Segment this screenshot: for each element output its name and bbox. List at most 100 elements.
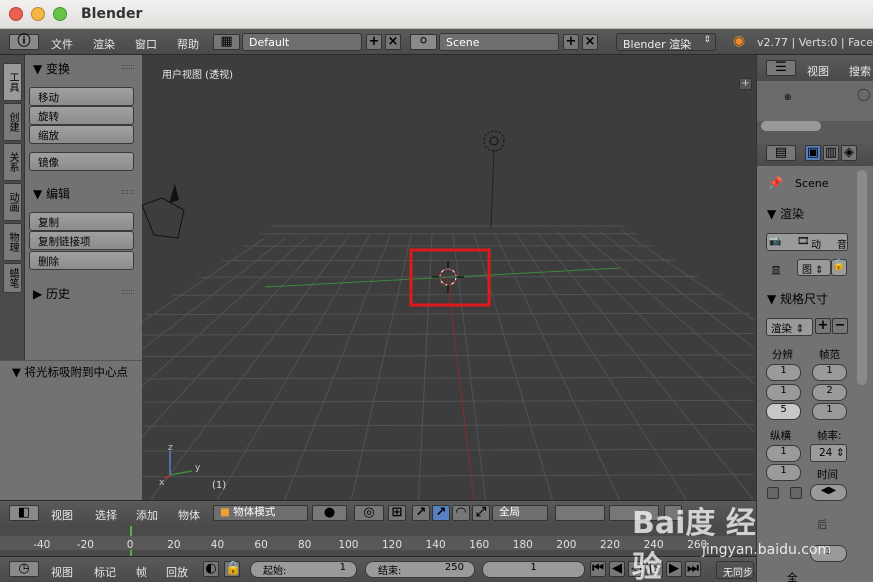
add-layout-icon[interactable]: +	[366, 34, 382, 50]
pivot-point-icon[interactable]: ◎	[354, 505, 384, 521]
keying-lock-icon[interactable]: 🔒	[224, 561, 241, 577]
timeline-menu-playback[interactable]: 回放	[166, 564, 188, 580]
translate-button[interactable]: 移动	[29, 87, 134, 106]
maximize-window-button[interactable]	[53, 7, 67, 21]
render-animation-label[interactable]: 动	[811, 236, 821, 251]
scale-manipulator-icon[interactable]: ⤢	[472, 505, 490, 521]
history-panel-header[interactable]: ▶ 历史	[25, 283, 142, 303]
resolution-y-field[interactable]: 1	[766, 384, 801, 401]
render-tab-icon[interactable]: ▣	[805, 145, 821, 161]
jump-start-icon[interactable]: ⏮	[590, 561, 606, 577]
delete-button[interactable]: 删除	[29, 251, 134, 270]
viewport-editor-type-icon[interactable]: ◧	[9, 505, 39, 521]
layers-widget-1[interactable]	[555, 505, 605, 521]
resolution-percent-field[interactable]: 5	[766, 403, 801, 420]
add-preset-icon[interactable]: +	[815, 318, 831, 334]
prev-keyframe-icon[interactable]: ◀	[609, 561, 625, 577]
lock-interface-icon[interactable]: 🔓	[831, 259, 847, 276]
tab-tools[interactable]: 工具	[3, 63, 22, 101]
translate-manipulator-icon[interactable]: ↗	[432, 505, 450, 521]
crop-checkbox[interactable]	[790, 487, 802, 499]
outliner-visibility-icon[interactable]: ◯	[857, 87, 870, 101]
edit-panel-header[interactable]: ▼ 编辑	[25, 183, 142, 203]
timeline-menu-marker[interactable]: 标记	[94, 564, 116, 580]
scene-icon[interactable]: ⚪	[410, 34, 437, 50]
tab-animation[interactable]: 动画	[3, 183, 22, 221]
current-frame-field[interactable]: 1	[482, 561, 585, 578]
rotate-button[interactable]: 旋转	[29, 106, 134, 125]
timeline-menu-view[interactable]: 视图	[51, 564, 73, 580]
viewport-shading-icon[interactable]: ●	[312, 505, 347, 521]
next-keyframe-icon[interactable]: ▶	[666, 561, 682, 577]
resolution-x-field[interactable]: 1	[766, 364, 801, 381]
transform-panel-header[interactable]: ▼ 变换	[25, 58, 142, 78]
outliner-scrollbar[interactable]	[761, 121, 821, 131]
render-layers-tab-icon[interactable]: ▥	[823, 145, 839, 161]
outliner-tree[interactable]: ⊕ ◯	[757, 81, 873, 121]
time-remap-field[interactable]: ◀▶	[810, 484, 847, 501]
mode-select[interactable]: ■ 物体模式	[213, 505, 308, 521]
minimize-window-button[interactable]	[31, 7, 45, 21]
sync-mode-select[interactable]: 无同步	[716, 561, 754, 579]
outliner-editor-icon[interactable]: ☰	[766, 60, 796, 76]
viewport-menu-object[interactable]: 物体	[178, 507, 200, 523]
3d-viewport[interactable]: y z x 用户视图 (透视) (1) +	[142, 55, 754, 500]
lamp-icon[interactable]	[483, 130, 505, 152]
screen-layout-icon[interactable]: ▦	[213, 34, 240, 50]
render-preset-select[interactable]: 渲染 ⇕	[766, 318, 813, 336]
menu-window[interactable]: 窗口	[135, 36, 157, 52]
panel-grip-icon[interactable]	[122, 65, 134, 69]
layout-field[interactable]: Default	[242, 33, 362, 51]
jump-end-icon[interactable]: ⏭	[685, 561, 701, 577]
panel-grip-icon[interactable]	[122, 190, 134, 194]
viewport-menu-add[interactable]: 添加	[136, 507, 158, 523]
snap-cursor-header[interactable]: ▼ 将光标吸附到中心点	[12, 364, 128, 380]
aspect-x-field[interactable]: 1	[766, 445, 801, 462]
tab-create[interactable]: 创建	[3, 103, 22, 141]
properties-scrollbar[interactable]	[857, 170, 867, 385]
timeline-menu-frame[interactable]: 帧	[136, 564, 147, 580]
editor-type-info-icon[interactable]: ⓘ	[9, 34, 39, 50]
render-animation-icon[interactable]: 🎞	[797, 236, 810, 247]
outliner-view-menu[interactable]: 视图	[807, 63, 829, 79]
render-buttons[interactable]: 📷 🎞 动 音	[766, 233, 848, 251]
duplicate-button[interactable]: 复制	[29, 212, 134, 231]
panel-grip-icon[interactable]	[122, 290, 134, 294]
tab-physics[interactable]: 物理	[3, 223, 22, 261]
scene-field[interactable]: Scene	[439, 33, 559, 51]
close-window-button[interactable]	[9, 7, 23, 21]
record-icon[interactable]: ◐	[203, 561, 219, 577]
render-engine-select[interactable]: Blender 渲染 ⇕	[616, 33, 716, 51]
dimensions-panel-header[interactable]: ▼ 规格尺寸	[767, 290, 828, 307]
start-frame-field[interactable]: 起始: 1	[250, 561, 357, 578]
outliner-search-menu[interactable]: 搜索	[849, 63, 871, 79]
fps-select[interactable]: 24 ⇕	[810, 444, 847, 462]
display-select[interactable]: 图 ⇕	[797, 259, 831, 276]
properties-toggle-icon[interactable]: +	[739, 78, 752, 90]
expand-icon[interactable]: ⊕	[784, 93, 792, 103]
transform-orientation-select[interactable]: 全局	[492, 505, 548, 521]
duplicate-linked-button[interactable]: 复制链接项	[29, 231, 134, 250]
mirror-button[interactable]: 镜像	[29, 152, 134, 171]
frame-start-field[interactable]: 1	[812, 364, 847, 381]
add-scene-icon[interactable]: +	[563, 34, 579, 50]
transform-manipulator-icon[interactable]: ↗	[412, 505, 430, 521]
render-image-icon[interactable]: 📷	[769, 236, 781, 247]
frame-step-field[interactable]: 1	[812, 403, 847, 420]
viewport-menu-view[interactable]: 视图	[51, 507, 73, 523]
scene-tab-icon[interactable]: ◈	[841, 145, 857, 161]
camera-icon[interactable]	[142, 197, 185, 239]
menu-render[interactable]: 渲染	[93, 36, 115, 52]
render-panel-header[interactable]: ▼ 渲染	[767, 205, 804, 222]
aspect-y-field[interactable]: 1	[766, 464, 801, 481]
rotate-manipulator-icon[interactable]: ◠	[452, 505, 470, 521]
viewport-menu-select[interactable]: 选择	[95, 507, 117, 523]
menu-help[interactable]: 帮助	[177, 36, 199, 52]
delete-scene-icon[interactable]: ×	[582, 34, 598, 50]
timeline-editor-icon[interactable]: ◷	[9, 561, 39, 577]
properties-editor-icon[interactable]: ▤	[766, 145, 796, 161]
scale-button[interactable]: 缩放	[29, 125, 134, 144]
frame-end-field[interactable]: 2	[812, 384, 847, 401]
remove-preset-icon[interactable]: −	[832, 318, 848, 334]
manipulator-icon[interactable]: ⊞	[388, 505, 406, 521]
